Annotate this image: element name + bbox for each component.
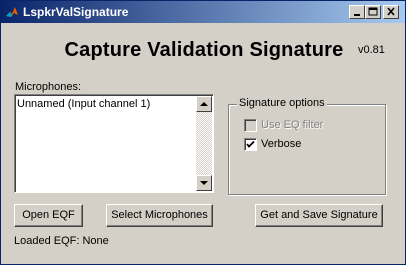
app-window: LspkrValSignature Capture Validation Sig…: [0, 0, 406, 265]
maximize-button[interactable]: [365, 5, 381, 19]
version-label: v0.81: [358, 44, 385, 56]
verbose-checkbox[interactable]: [244, 138, 257, 151]
page-title: Capture Validation Signature: [64, 39, 344, 61]
minimize-icon: [354, 14, 360, 16]
scroll-up-button[interactable]: [196, 96, 212, 112]
microphones-label: Microphones:: [15, 81, 82, 93]
close-button[interactable]: [383, 5, 399, 19]
verbose-label: Verbose: [261, 138, 302, 150]
microphones-listbox[interactable]: Unnamed (Input channel 1): [14, 94, 214, 193]
open-eqf-button[interactable]: Open EQF: [14, 204, 83, 227]
close-icon: [387, 7, 395, 16]
list-item[interactable]: Unnamed (Input channel 1): [17, 97, 197, 111]
window-title: LspkrValSignature: [23, 5, 129, 19]
use-eq-filter-label: Use EQ filter: [261, 119, 324, 131]
scroll-down-button[interactable]: [196, 175, 212, 191]
maximize-icon: [368, 7, 378, 16]
loaded-eqf-status: Loaded EQF: None: [14, 235, 109, 247]
get-and-save-signature-button[interactable]: Get and Save Signature: [255, 204, 383, 227]
select-microphones-button[interactable]: Select Microphones: [106, 204, 213, 227]
use-eq-filter-checkbox[interactable]: [244, 119, 257, 132]
arrow-up-icon: [200, 102, 208, 106]
arrow-down-icon: [200, 181, 208, 185]
minimize-button[interactable]: [349, 5, 365, 19]
signature-options-title: Signature options: [237, 97, 327, 109]
matlab-app-icon: [5, 5, 19, 19]
checkmark-icon: [246, 140, 255, 148]
listbox-scrollbar[interactable]: [196, 96, 212, 191]
title-bar[interactable]: LspkrValSignature: [1, 1, 405, 23]
